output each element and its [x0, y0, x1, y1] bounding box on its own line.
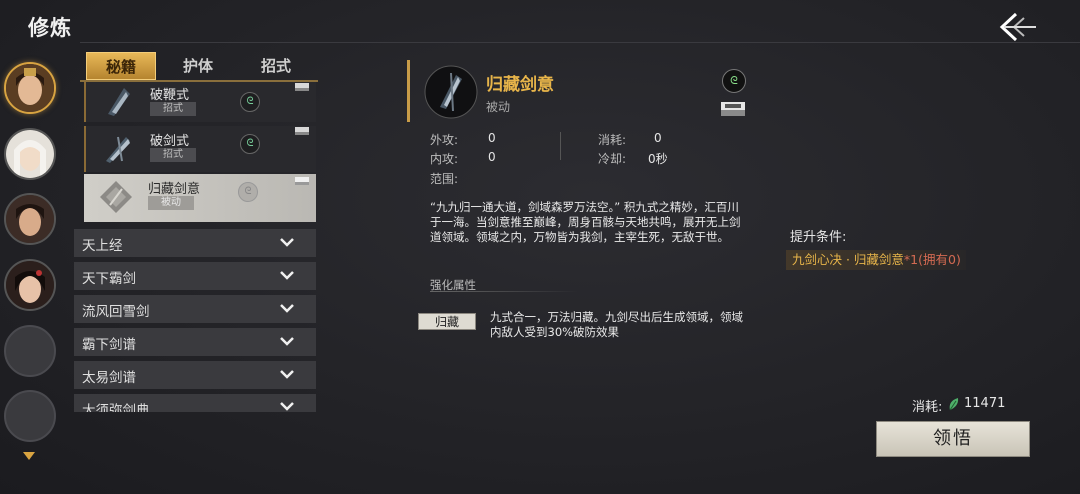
enhance-tag: 归藏 — [418, 313, 476, 330]
skill-name: 归藏剑意 — [148, 182, 201, 197]
category-row[interactable]: 太易剑谱 — [74, 361, 316, 389]
character-avatar-1[interactable] — [4, 62, 56, 114]
scroll-down-arrow-icon[interactable] — [22, 451, 36, 461]
chevron-down-icon — [280, 370, 294, 379]
character-portrait-icon — [6, 261, 54, 309]
requirement-item-name: 九剑心决 · 归藏剑意 — [792, 252, 904, 267]
skill-description: “九九归一通大道，剑域森罗万法空。” 积九式之精妙，汇百川于一海。当剑意推至巅峰… — [430, 200, 741, 244]
cooldown-value: 0秒 — [648, 152, 668, 166]
character-slot-empty[interactable] — [4, 390, 56, 442]
rune-icon: ᘓ — [238, 182, 258, 202]
category-row[interactable]: 大须弥剑典 — [74, 394, 316, 412]
requirement-title: 提升条件: — [790, 230, 847, 245]
back-arrow-icon[interactable] — [996, 12, 1038, 42]
category-label: 太易剑谱 — [82, 370, 136, 386]
comprehend-button[interactable]: 领悟 — [876, 421, 1030, 457]
total-cost-label: 消耗: — [912, 400, 943, 415]
chevron-down-icon — [280, 271, 294, 280]
skill-name: 破剑式 — [150, 134, 190, 149]
character-slot-empty[interactable] — [4, 325, 56, 377]
category-row[interactable]: 流风回雪剑 — [74, 295, 316, 323]
tab-moves[interactable]: 招式 — [241, 52, 311, 80]
character-avatar-2[interactable] — [4, 128, 56, 180]
category-row[interactable]: 天下霸剑 — [74, 262, 316, 290]
outer-attack-label: 外攻: — [430, 133, 459, 147]
skill-type: 被动 — [486, 100, 511, 114]
category-label: 流风回雪剑 — [82, 304, 150, 320]
cost-label: 消耗: — [598, 133, 627, 147]
cooldown-label: 冷却: — [598, 152, 627, 166]
skill-type-tag: 招式 — [150, 102, 196, 116]
category-label: 天下霸剑 — [82, 271, 136, 287]
inner-attack-value: 0 — [488, 150, 496, 164]
stat-divider — [560, 132, 561, 160]
skill-card-2[interactable]: 破剑式 招式 ᘓ — [84, 126, 316, 172]
skill-sword-aura-icon — [424, 65, 478, 119]
rune-icon[interactable]: ᘓ — [722, 69, 746, 93]
range-label: 范围: — [430, 172, 459, 186]
skill-sword-icon — [106, 136, 130, 163]
outer-attack-value: 0 — [488, 131, 496, 145]
total-cost-value: 11471 — [964, 396, 1006, 411]
chevron-down-icon — [280, 402, 294, 411]
chevron-down-icon — [280, 337, 294, 346]
book-icon[interactable] — [719, 100, 747, 118]
category-label: 霸下剑谱 — [82, 337, 136, 353]
book-icon — [295, 177, 309, 185]
category-row[interactable]: 霸下剑谱 — [74, 328, 316, 356]
detail-accent-bar — [407, 60, 410, 122]
chevron-down-icon — [280, 238, 294, 247]
rune-icon: ᘓ — [240, 134, 260, 154]
character-avatar-4[interactable] — [4, 259, 56, 311]
page-title: 修炼 — [28, 16, 72, 40]
category-label: 大须弥剑典 — [82, 403, 150, 412]
leaf-currency-icon — [949, 398, 959, 411]
requirement-item-count: *1(拥有0) — [903, 252, 961, 267]
cost-value: 0 — [654, 131, 662, 145]
header-divider — [80, 42, 1080, 43]
requirement-item: 九剑心决 · 归藏剑意*1(拥有0) — [786, 250, 966, 270]
skill-type-tag: 被动 — [148, 196, 194, 210]
book-icon — [295, 127, 309, 135]
character-portrait-icon — [6, 130, 54, 178]
skill-card-3-selected[interactable]: 归藏剑意 被动 ᘓ — [84, 174, 316, 222]
character-portrait-icon — [6, 195, 54, 243]
skill-blade-icon — [108, 88, 130, 116]
rune-icon: ᘓ — [240, 92, 260, 112]
book-icon — [295, 83, 309, 91]
tab-secret-manual[interactable]: 秘籍 — [86, 52, 156, 80]
skill-sword-aura-icon — [100, 181, 132, 213]
inner-attack-label: 内攻: — [430, 152, 459, 166]
enhance-description: 九式合一，万法归藏。九剑尽出后生成领域，领域内敌人受到30%破防效果 — [490, 310, 743, 339]
tab-body-guard[interactable]: 护体 — [163, 52, 233, 80]
skill-type-tag: 招式 — [150, 148, 196, 162]
enhance-divider — [430, 291, 578, 292]
character-avatar-3[interactable] — [4, 193, 56, 245]
skill-name: 破鞭式 — [150, 88, 190, 103]
chevron-down-icon — [280, 304, 294, 313]
skill-card-1[interactable]: 破鞭式 招式 ᘓ — [84, 82, 316, 122]
category-row[interactable]: 天上经 — [74, 229, 316, 257]
category-label: 天上经 — [82, 238, 123, 254]
character-portrait-icon — [6, 64, 54, 112]
skill-title: 归藏剑意 — [486, 75, 554, 95]
